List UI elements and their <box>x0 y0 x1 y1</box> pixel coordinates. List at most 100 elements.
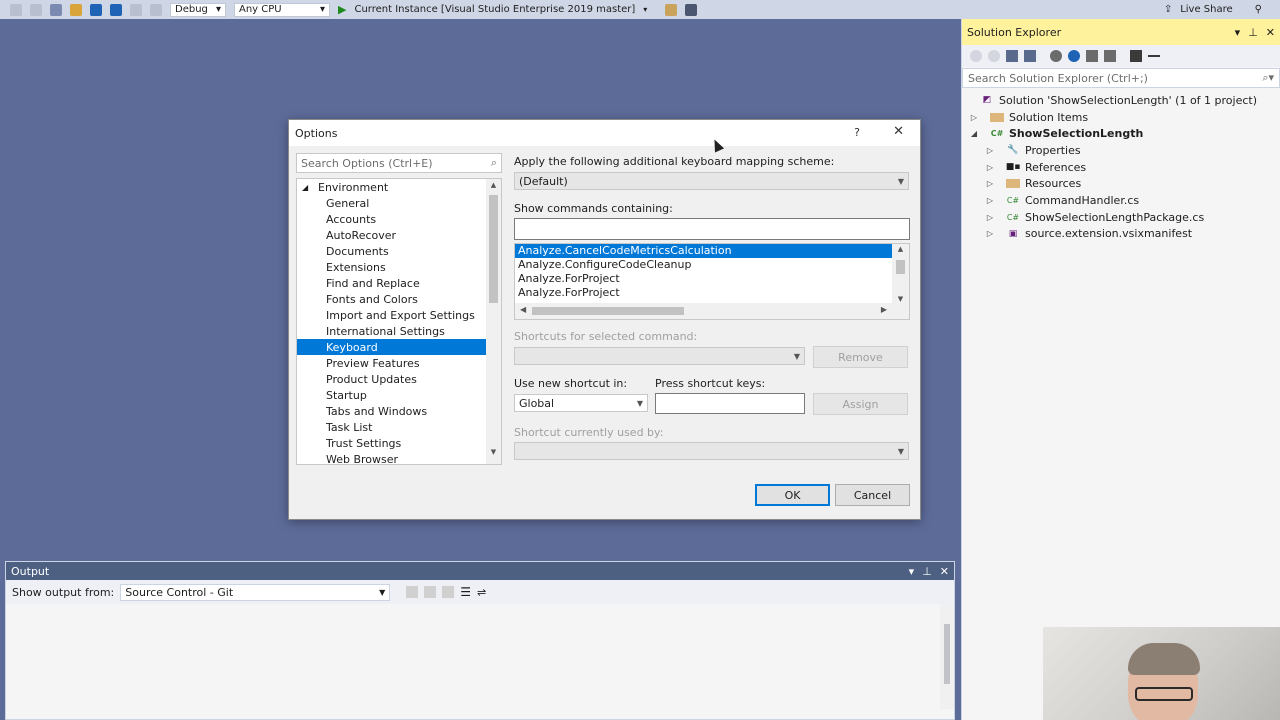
list-item[interactable]: Analyze.ForProject <box>515 272 893 286</box>
save-all-icon[interactable] <box>110 3 122 16</box>
tree-item-references[interactable]: ▷ ■▪ References <box>962 159 1280 176</box>
undo-icon[interactable] <box>130 3 142 16</box>
configuration-dropdown[interactable]: Debug ▾ <box>170 2 226 17</box>
tree-item-find-and-replace[interactable]: Find and Replace <box>297 275 501 291</box>
tree-item-environment[interactable]: ◢ Environment <box>297 179 501 195</box>
pin-icon[interactable]: ⊥ <box>1248 26 1258 39</box>
show-all-files-icon[interactable] <box>1104 50 1116 62</box>
list-item[interactable]: Analyze.CancelCodeMetricsCalculation <box>515 244 893 258</box>
mapping-scheme-dropdown[interactable]: (Default) ▼ <box>514 172 909 190</box>
expand-icon[interactable]: ▷ <box>984 179 996 188</box>
tree-item-documents[interactable]: Documents <box>297 243 501 259</box>
use-new-shortcut-dropdown[interactable]: Global ▼ <box>514 394 648 412</box>
search-icon[interactable]: ⌕▾ <box>1262 71 1274 85</box>
tree-item-solution-items[interactable]: ▷ Solution Items <box>962 109 1280 126</box>
expand-icon[interactable]: ▷ <box>968 113 980 122</box>
scroll-down-icon[interactable]: ▼ <box>486 448 501 462</box>
scroll-thumb[interactable] <box>944 624 950 684</box>
open-folder-icon[interactable] <box>70 3 82 16</box>
save-icon[interactable] <box>90 3 102 16</box>
help-icon[interactable]: ? <box>854 126 860 139</box>
scroll-thumb[interactable] <box>896 260 905 274</box>
word-wrap-icon[interactable]: ⇌ <box>477 586 486 599</box>
solution-explorer-search[interactable]: Search Solution Explorer (Ctrl+;) ⌕▾ <box>962 68 1280 88</box>
tree-item-tabs-and-windows[interactable]: Tabs and Windows <box>297 403 501 419</box>
expand-icon[interactable]: ▷ <box>984 213 996 222</box>
tree-item-web-browser[interactable]: Web Browser <box>297 451 501 465</box>
scroll-up-icon[interactable]: ▲ <box>486 181 501 195</box>
close-icon[interactable]: ✕ <box>893 124 904 139</box>
press-keys-input[interactable] <box>655 393 805 414</box>
pin-icon[interactable]: ⚲ <box>1255 4 1262 15</box>
refresh-icon[interactable] <box>1068 50 1080 62</box>
close-icon[interactable]: ✕ <box>1266 26 1275 39</box>
dropdown-icon[interactable]: ▾ <box>1235 26 1241 39</box>
output-content[interactable] <box>6 604 940 709</box>
toolbox-icon[interactable] <box>685 3 698 16</box>
scroll-right-icon[interactable]: ▶ <box>881 305 887 314</box>
tree-item-fonts-and-colors[interactable]: Fonts and Colors <box>297 291 501 307</box>
output-source-dropdown[interactable]: Source Control - Git ▼ <box>120 583 391 601</box>
pin-icon[interactable]: ⊥ <box>922 565 932 578</box>
tree-item-project[interactable]: ◢ C# ShowSelectionLength <box>962 125 1280 142</box>
tree-item-startup[interactable]: Startup <box>297 387 501 403</box>
tree-item-product-updates[interactable]: Product Updates <box>297 371 501 387</box>
back-icon[interactable] <box>970 50 982 62</box>
expand-icon[interactable]: ▷ <box>984 163 996 172</box>
tree-item-task-list[interactable]: Task List <box>297 419 501 435</box>
switch-views-icon[interactable] <box>1024 50 1036 62</box>
list-item[interactable]: Analyze.ForProject <box>515 286 893 300</box>
remove-button[interactable]: Remove <box>813 346 908 368</box>
tree-item-solution[interactable]: ◩ Solution 'ShowSelectionLength' (1 of 1… <box>962 92 1280 109</box>
close-icon[interactable]: ✕ <box>940 565 949 578</box>
go-to-location-icon[interactable] <box>406 586 419 598</box>
tree-item-properties[interactable]: ▷ 🔧 Properties <box>962 142 1280 159</box>
collapse-icon[interactable]: ◢ <box>968 129 980 138</box>
scroll-left-icon[interactable]: ◀ <box>520 305 526 314</box>
clear-all-icon[interactable]: ☰ <box>460 585 471 599</box>
tree-item-international[interactable]: International Settings <box>297 323 501 339</box>
show-commands-input[interactable] <box>514 218 910 240</box>
forward-icon[interactable] <box>30 3 42 16</box>
properties-icon[interactable] <box>1130 50 1142 62</box>
tree-item-manifest[interactable]: ▷ ▣ source.extension.vsixmanifest <box>962 226 1280 243</box>
tree-item-autorecover[interactable]: AutoRecover <box>297 227 501 243</box>
tree-item-resources[interactable]: ▷ Resources <box>962 175 1280 192</box>
expand-icon[interactable]: ▷ <box>984 196 996 205</box>
shortcuts-dropdown[interactable]: ▼ <box>514 347 805 365</box>
options-search-input[interactable]: Search Options (Ctrl+E) ⌕ <box>296 153 502 173</box>
collapse-all-icon[interactable] <box>1086 50 1098 62</box>
scroll-down-icon[interactable]: ▼ <box>892 295 909 303</box>
tree-item-preview-features[interactable]: Preview Features <box>297 355 501 371</box>
previous-message-icon[interactable] <box>424 586 437 598</box>
platform-dropdown[interactable]: Any CPU ▾ <box>234 2 330 17</box>
live-share-button[interactable]: Live Share <box>1180 4 1232 15</box>
forward-icon[interactable] <box>988 50 1000 62</box>
tree-item-keyboard[interactable]: Keyboard <box>297 339 486 355</box>
ok-button[interactable]: OK <box>755 484 830 506</box>
tree-item-extensions[interactable]: Extensions <box>297 259 501 275</box>
back-icon[interactable] <box>10 3 22 16</box>
scroll-thumb[interactable] <box>489 195 498 303</box>
dialog-title-bar[interactable]: Options <box>289 120 920 146</box>
tree-item-general[interactable]: General <box>297 195 501 211</box>
scroll-up-icon[interactable]: ▲ <box>892 245 909 253</box>
chevron-down-icon[interactable]: ▾ <box>643 5 647 14</box>
expand-icon[interactable]: ▷ <box>984 229 996 238</box>
tree-item-commandhandler[interactable]: ▷ C# CommandHandler.cs <box>962 192 1280 209</box>
minus-icon[interactable] <box>1148 55 1160 57</box>
start-icon[interactable]: ▶ <box>338 3 346 16</box>
find-icon[interactable] <box>665 3 678 16</box>
cancel-button[interactable]: Cancel <box>835 484 910 506</box>
new-project-icon[interactable] <box>50 3 62 16</box>
output-scrollbar[interactable] <box>940 604 954 709</box>
dropdown-icon[interactable]: ▾ <box>909 565 915 578</box>
live-share-icon[interactable]: ⇪ <box>1164 4 1172 15</box>
redo-icon[interactable] <box>150 3 162 16</box>
expand-icon[interactable]: ▷ <box>984 146 996 155</box>
scroll-thumb[interactable] <box>532 307 684 315</box>
history-icon[interactable] <box>1050 50 1062 62</box>
tree-item-package[interactable]: ▷ C# ShowSelectionLengthPackage.cs <box>962 209 1280 226</box>
commands-vertical-scrollbar[interactable]: ▲ ▼ <box>892 244 909 304</box>
tree-scrollbar[interactable]: ▲ ▼ <box>486 179 501 464</box>
